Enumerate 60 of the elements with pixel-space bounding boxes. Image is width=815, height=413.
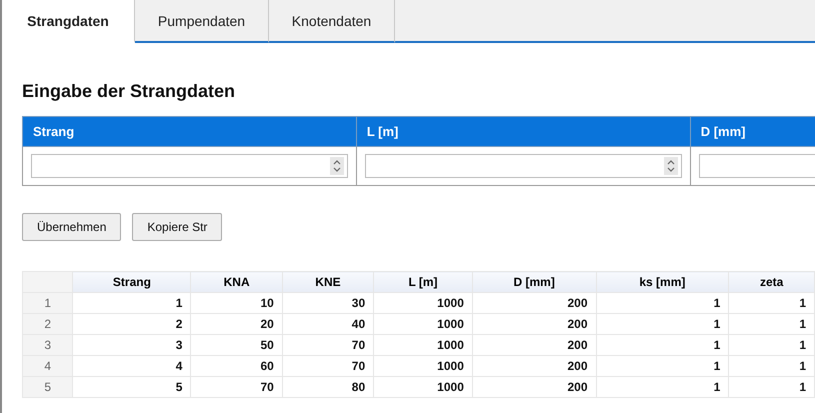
section-heading: Eingabe der Strangdaten	[22, 81, 236, 102]
action-button[interactable]: Übernehmen	[22, 213, 122, 241]
tab[interactable]: Strangdaten	[2, 0, 135, 43]
number-input-field[interactable]	[31, 154, 348, 178]
table-cell: 3	[72, 334, 191, 356]
row-number: 1	[22, 292, 73, 314]
row-number: 2	[22, 314, 73, 334]
table-cell: 2	[72, 314, 191, 334]
tab[interactable]: Knotendaten	[269, 0, 395, 43]
table-cell: 1	[72, 292, 191, 314]
action-button[interactable]: Kopiere Str	[132, 213, 222, 241]
column-header: zeta	[728, 272, 814, 292]
table-cell: 70	[282, 334, 374, 356]
spinner-icon[interactable]	[664, 157, 678, 175]
column-header: L [m]	[374, 272, 472, 292]
table-cell: 1000	[374, 314, 472, 334]
table-cell: 200	[472, 314, 596, 334]
table-cell: 60	[190, 356, 282, 376]
spinner-icon[interactable]	[330, 157, 344, 175]
column-header: Strang	[22, 116, 356, 146]
column-header: KNA	[190, 272, 282, 292]
row-number: 4	[22, 356, 73, 376]
table-cell: 50	[190, 334, 282, 356]
table-cell: 5	[72, 376, 191, 398]
table-cell: 200	[472, 334, 596, 356]
table-cell: 30	[282, 292, 374, 314]
table-cell: 1	[596, 376, 729, 398]
table-cell: 1	[728, 292, 814, 314]
column-header: D [mm]	[472, 272, 596, 292]
table-cell: 4	[72, 356, 191, 376]
column-header: D [mm]	[690, 116, 815, 146]
table-cell: 200	[472, 376, 596, 398]
table-cell: 10	[190, 292, 282, 314]
table-cell: 70	[190, 376, 282, 398]
column-header: L [m]	[356, 116, 690, 146]
table-cell: 1	[596, 292, 729, 314]
table-cell: 1	[596, 356, 729, 376]
table-cell: 1	[728, 334, 814, 356]
table-cell: 1000	[374, 292, 472, 314]
row-number: 3	[22, 334, 73, 356]
row-number: 5	[22, 376, 73, 398]
table-cell: 40	[282, 314, 374, 334]
column-header: Strang	[72, 272, 191, 292]
table-cell: 1	[596, 334, 729, 356]
table-cell: 1	[728, 314, 814, 334]
table-cell: 70	[282, 356, 374, 376]
table-cell: 20	[190, 314, 282, 334]
table-cell: 1000	[374, 376, 472, 398]
column-header: KNE	[282, 272, 374, 292]
number-input-field[interactable]	[364, 154, 682, 178]
table-cell: 1000	[374, 334, 472, 356]
table-cell: 1	[728, 356, 814, 376]
table-cell: 200	[472, 292, 596, 314]
table-cell: 1	[596, 314, 729, 334]
table-cell: 1	[728, 376, 814, 398]
table-cell: 80	[282, 376, 374, 398]
table-cell: 1000	[374, 356, 472, 376]
column-header: ks [mm]	[596, 272, 729, 292]
tab[interactable]: Pumpendaten	[135, 0, 269, 43]
table-cell: 200	[472, 356, 596, 376]
